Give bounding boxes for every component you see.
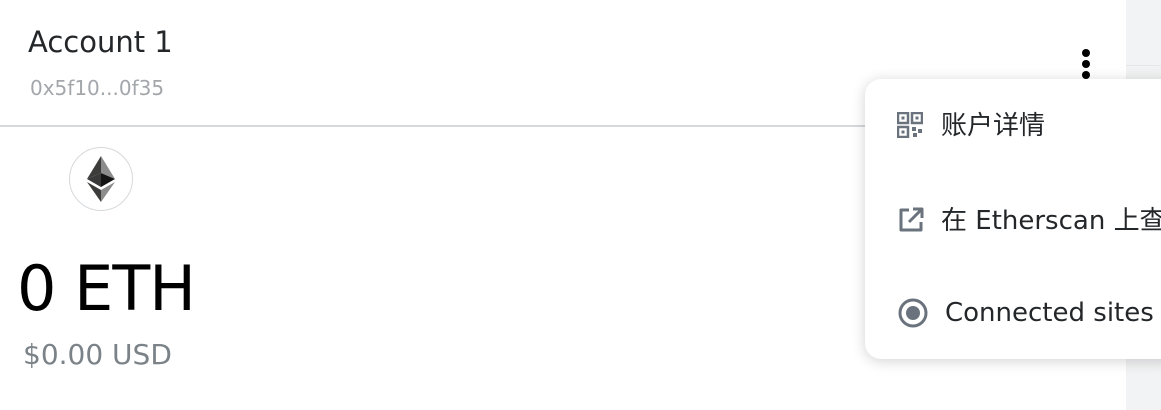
external-link-icon: [897, 206, 925, 238]
menu-item-label: Connected sites: [945, 298, 1154, 328]
eth-balance: 0 ETH: [17, 252, 196, 325]
menu-item-view-on-etherscan[interactable]: 在 Etherscan 上查: [865, 174, 1161, 264]
qr-code-icon: [896, 111, 924, 142]
side-panel-divider: [1126, 65, 1161, 66]
menu-item-account-details[interactable]: 账户详情: [865, 79, 1161, 169]
wallet-screen: Account 1 0x5f10...0f35 0 ETH $0.00 USD: [0, 0, 1161, 410]
menu-item-label: 账户详情: [941, 111, 1046, 141]
eth-logo: [69, 147, 133, 211]
menu-item-label: 在 Etherscan 上查: [941, 206, 1161, 236]
account-options-button[interactable]: [1071, 44, 1101, 84]
account-name[interactable]: Account 1: [28, 24, 173, 60]
connected-sites-icon: [897, 297, 929, 333]
fiat-balance: $0.00 USD: [23, 338, 172, 371]
ethereum-icon: [87, 156, 115, 202]
menu-item-connected-sites[interactable]: Connected sites: [865, 266, 1161, 356]
account-address[interactable]: 0x5f10...0f35: [30, 75, 164, 101]
kebab-menu-icon: [1082, 49, 1090, 79]
account-options-menu: 账户详情 在 Etherscan 上查 Connected sites: [865, 79, 1161, 359]
